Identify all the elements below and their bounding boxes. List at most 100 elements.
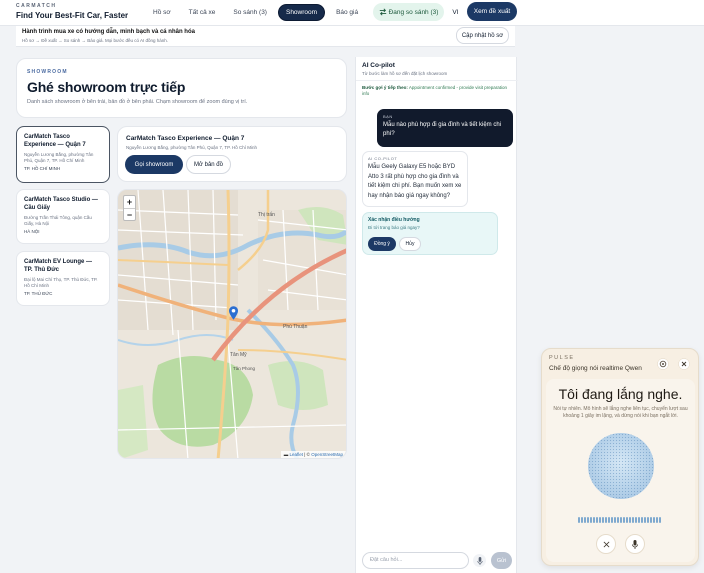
showroom-address: Đại lộ Mai Chí Thọ, TP. Thủ Đức, TP. Hồ … (24, 277, 98, 288)
update-profile-button[interactable]: Cập nhật hồ sơ (456, 27, 509, 44)
showroom-address: Nguyễn Lương Bằng, phường Tân Phú, Quận … (24, 152, 94, 163)
language-switch[interactable]: VI (448, 3, 463, 21)
showroom-city: HÀ NỘI (24, 229, 40, 234)
showroom-card-cau-giay[interactable]: CarMatch Tasco Studio — Cầu Giấy Đường T… (16, 189, 110, 244)
showroom-card-quan7[interactable]: CarMatch Tasco Experience — Quận 7 Nguyễ… (16, 126, 110, 183)
waveform-bar (584, 516, 586, 523)
microphone-icon (476, 556, 483, 565)
waveform-bar (590, 516, 592, 523)
ai-message: Mẫu Geely Galaxy E5 hoặc BYD Atto 3 rất … (368, 164, 462, 199)
hint-label: Bước gợi ý tiếp theo: (362, 85, 408, 90)
map-tiles: Thị trấn Phú Thuận Tân Mỹ Tân Phong (118, 190, 346, 458)
copilot-title: AI Co-pilot (362, 62, 395, 69)
waveform-bar (599, 516, 601, 523)
waveform-bar (608, 516, 610, 523)
page-title: Ghé showroom trực tiếp (27, 79, 186, 95)
osm-link[interactable]: OpenStreetMap (311, 452, 343, 457)
top-bar: CARMATCH Find Your Best-Fit Car, Faster … (0, 0, 704, 26)
nav-item-quote[interactable]: Báo giá (329, 5, 365, 20)
close-icon (603, 541, 609, 547)
pulse-kicker: PULSE (549, 355, 575, 361)
map-label-tan-my: Tân Mỹ (230, 352, 247, 358)
brand-title[interactable]: Find Your Best-Fit Car, Faster (16, 11, 128, 20)
waveform-bar (578, 516, 580, 523)
waveform-bar (659, 516, 661, 523)
divider (356, 80, 518, 81)
waveform-bar (620, 516, 622, 523)
showroom-detail-card: CarMatch Tasco Experience — Quận 7 Nguyễ… (117, 126, 347, 182)
map-zoom-control: + − (123, 195, 136, 221)
send-button[interactable]: Gửi (491, 552, 512, 569)
settings-gear-icon[interactable] (657, 358, 669, 370)
microphone-icon (632, 539, 638, 549)
nav-item-compare[interactable]: So sánh (3) (226, 5, 274, 20)
pulse-voice-panel: PULSE Chế độ giọng nói realtime Qwen Tôi… (541, 348, 699, 566)
user-message-bubble: BẠN Mẫu nào phù hợp đi gia đình và tiết … (377, 109, 513, 147)
map-label-tan-phong: Tân Phong (233, 366, 256, 371)
waveform-bar (587, 516, 589, 523)
ai-label: AI CO-PILOT (368, 156, 398, 161)
open-map-button[interactable]: Mở bản đồ (186, 155, 231, 174)
listening-description: Nói tự nhiên. Mô hình sẽ lắng nghe liên … (553, 406, 688, 419)
nav-item-profile[interactable]: Hồ sơ (146, 5, 178, 20)
waveform-bar (626, 516, 628, 523)
pulse-subtitle: Chế độ giọng nói realtime Qwen (549, 365, 642, 372)
journey-banner: Hành trình mua xe có hướng dẫn, minh bạc… (16, 26, 515, 47)
zoom-out-button[interactable]: − (124, 208, 135, 220)
next-step-hint: Bước gợi ý tiếp theo: Appointment confir… (362, 85, 510, 97)
voice-mic-button[interactable] (625, 534, 645, 554)
waveform-bar (593, 516, 595, 523)
confirm-ok-button[interactable]: Đồng ý (368, 237, 396, 251)
waveform-bar (650, 516, 652, 523)
waveform-bar (614, 516, 616, 523)
waveform-bar (641, 516, 643, 523)
confirm-cancel-button[interactable]: Hủy (399, 237, 421, 251)
chat-mic-button[interactable] (473, 554, 486, 567)
listening-title: Tôi đang lắng nghe. (558, 386, 683, 402)
confirm-question: Đi tới trang báo giá ngay? (368, 225, 420, 230)
close-icon[interactable] (678, 358, 690, 370)
pulse-listening-area: Tôi đang lắng nghe. Nói tự nhiên. Mô hìn… (546, 379, 695, 562)
journey-title: Hành trình mua xe có hướng dẫn, minh bạc… (22, 29, 195, 35)
waveform-bar (647, 516, 649, 523)
ai-copilot-panel: AI Co-pilot Từ bước làm hồ sơ đến đặt lị… (355, 57, 518, 573)
user-message: Mẫu nào phù hợp đi gia đình và tiết kiệm… (383, 122, 502, 137)
waveform-bar (632, 516, 634, 523)
showroom-card-thu-duc[interactable]: CarMatch EV Lounge — TP. Thủ Đức Đại lộ … (16, 251, 110, 306)
navigation-confirm-box: Xác nhận điều hướng Đi tới trang báo giá… (362, 212, 498, 255)
showroom-city: TP. THỦ ĐỨC (24, 291, 53, 296)
audio-waveform (578, 516, 664, 523)
journey-steps: Hồ sơ → Đề xuất → So sánh → Báo giá. Mọi… (22, 38, 168, 43)
voice-orb (588, 433, 654, 499)
waveform-bar (635, 516, 637, 523)
brand-kicker: CARMATCH (16, 3, 57, 9)
leaflet-link[interactable]: Leaflet (289, 452, 303, 457)
waveform-bar (629, 516, 631, 523)
map-label-thi-tran: Thị trấn (258, 212, 275, 218)
user-label: BẠN (383, 114, 393, 119)
view-proposal-button[interactable]: Xem đề xuất (467, 2, 517, 21)
compare-arrows-icon (379, 8, 386, 16)
map-attribution: ▬ Leaflet | © OpenStreetMap (280, 451, 346, 458)
end-voice-button[interactable] (596, 534, 616, 554)
waveform-bar (617, 516, 619, 523)
waveform-bar (644, 516, 646, 523)
zoom-in-button[interactable]: + (124, 196, 135, 208)
call-showroom-button[interactable]: Gọi showroom (125, 155, 183, 174)
showroom-city: TP. HỒ CHÍ MINH (24, 166, 61, 171)
map-label-phu-thuan: Phú Thuận (283, 324, 308, 330)
showroom-name: CarMatch Tasco Experience — Quận 7 (24, 134, 86, 148)
comparing-label: Đang so sánh (3) (388, 8, 439, 16)
main-nav: Hồ sơ Tất cả xe So sánh (3) Showroom Báo… (146, 4, 365, 21)
waveform-bar (596, 516, 598, 523)
confirm-actions: Đồng ý Hủy (368, 237, 421, 251)
waveform-bar (656, 516, 658, 523)
comparing-button[interactable]: Đang so sánh (3) (373, 3, 444, 21)
nav-item-showroom[interactable]: Showroom (277, 4, 326, 21)
nav-item-all-cars[interactable]: Tất cả xe (182, 5, 223, 20)
detail-showroom-address: Nguyễn Lương Bằng, phường Tân Phú, Quận … (126, 145, 258, 150)
detail-showroom-name: CarMatch Tasco Experience — Quận 7 (126, 135, 245, 142)
waveform-bar (623, 516, 625, 523)
showroom-map[interactable]: Thị trấn Phú Thuận Tân Mỹ Tân Phong + − … (117, 189, 347, 459)
chat-input[interactable]: Đặt câu hỏi... (362, 552, 469, 569)
